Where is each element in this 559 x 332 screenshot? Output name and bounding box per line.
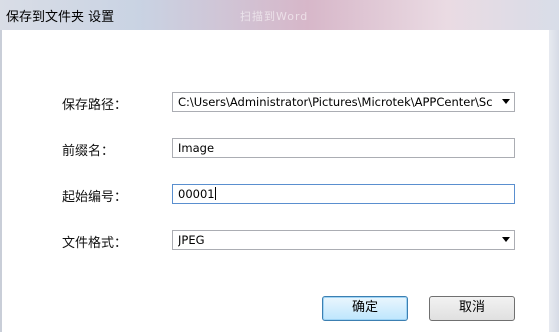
background-window-title: 扫描到Word xyxy=(240,10,309,23)
file-format-label: 文件格式： xyxy=(62,236,128,251)
save-path-label: 保存路径： xyxy=(62,98,128,113)
prefix-label: 前缀名： xyxy=(62,144,115,159)
window-frame-right xyxy=(549,30,559,332)
title-bar: 扫描到Word 保存到文件夹 设置 xyxy=(0,0,559,30)
chevron-down-icon[interactable] xyxy=(502,99,510,104)
start-number-label: 起始编号： xyxy=(62,190,128,205)
ok-button[interactable]: 确定 xyxy=(322,296,408,321)
save-path-value: C:\Users\Administrator\Pictures\Microtek… xyxy=(178,95,493,109)
window-title: 保存到文件夹 设置 xyxy=(6,10,115,25)
prefix-input[interactable]: Image xyxy=(172,138,515,158)
save-path-combobox[interactable]: C:\Users\Administrator\Pictures\Microtek… xyxy=(172,92,515,112)
start-number-value: 00001 xyxy=(178,187,215,201)
file-format-combobox[interactable]: JPEG xyxy=(172,230,515,250)
chevron-down-icon[interactable] xyxy=(502,237,510,242)
prefix-value: Image xyxy=(178,141,215,155)
cancel-button[interactable]: 取消 xyxy=(429,296,515,321)
text-caret xyxy=(214,187,216,200)
start-number-input[interactable]: 00001 xyxy=(172,184,515,204)
file-format-value: JPEG xyxy=(178,233,205,247)
window-frame-left xyxy=(0,30,2,332)
